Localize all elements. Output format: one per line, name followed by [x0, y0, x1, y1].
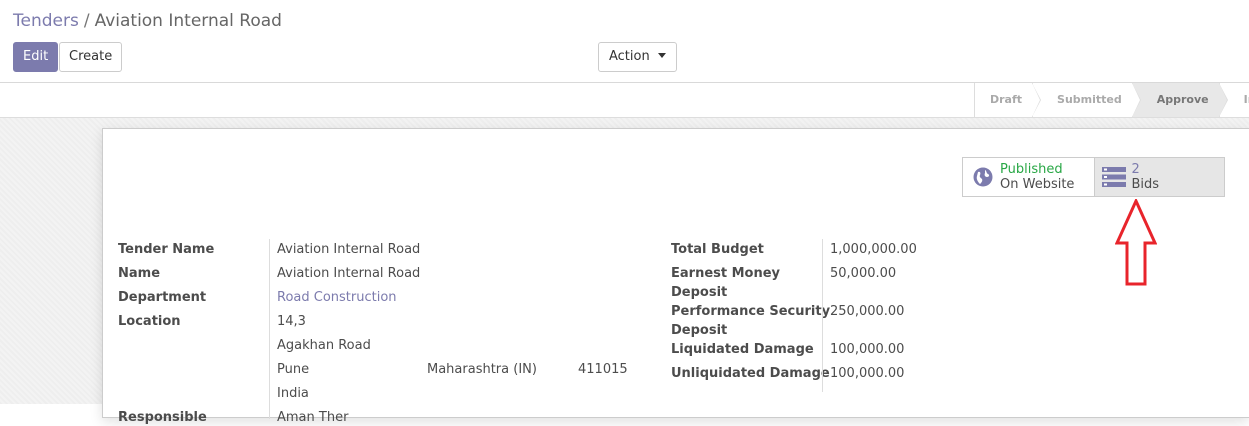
breadcrumb: Tenders / Aviation Internal Road	[13, 11, 282, 31]
earnest-money-value: 50,000.00	[830, 266, 897, 281]
bids-stack-icon	[1101, 167, 1126, 187]
stage-submitted[interactable]: Submitted	[1032, 83, 1141, 117]
location-label: Location	[118, 314, 181, 329]
action-button-label: Action	[609, 49, 650, 64]
smart-button-box: Published On Website 2 Bids	[962, 157, 1225, 197]
name-label: Name	[118, 266, 161, 281]
performance-security-value: 250,000.00	[830, 304, 905, 319]
right-column-separator	[822, 239, 823, 392]
liquidated-damage-value: 100,000.00	[830, 342, 905, 357]
unliquidated-damage-label: Unliquidated Damage	[671, 366, 830, 381]
earnest-money-label-line2: Deposit	[671, 285, 728, 300]
location-country: India	[277, 386, 309, 401]
responsible-value: Aman Ther	[277, 410, 349, 425]
stage-pipeline: Draft Submitted Approve In Progress	[974, 83, 1249, 117]
bids-smart-button[interactable]: 2 Bids	[1093, 158, 1224, 196]
left-column-separator	[269, 239, 270, 419]
breadcrumb-current: Aviation Internal Road	[94, 11, 282, 31]
caret-down-icon	[657, 53, 666, 58]
globe-icon	[973, 167, 993, 187]
earnest-money-label: Earnest Money	[671, 266, 781, 281]
form-sheet: Published On Website 2 Bids Tender Name …	[102, 128, 1249, 425]
total-budget-label: Total Budget	[671, 242, 764, 257]
breadcrumb-tenders-link[interactable]: Tenders	[13, 11, 79, 31]
performance-security-label-line2: Deposit	[671, 323, 728, 338]
location-state: Maharashtra (IN)	[427, 362, 537, 377]
responsible-label: Responsible	[118, 410, 207, 425]
location-city: Pune	[277, 362, 310, 377]
form-view-background: Published On Website 2 Bids Tender Name …	[0, 118, 1249, 425]
location-zip: 411015	[578, 362, 628, 377]
department-label: Department	[118, 290, 207, 305]
website-label: On Website	[1000, 177, 1075, 192]
total-budget-value: 1,000,000.00	[830, 242, 917, 257]
name-value: Aviation Internal Road	[277, 266, 421, 281]
statusbar: Draft Submitted Approve In Progress	[0, 83, 1249, 118]
bids-label: Bids	[1131, 177, 1160, 192]
tender-name-label: Tender Name	[118, 242, 215, 257]
bids-count: 2	[1131, 162, 1140, 177]
location-street2: Agakhan Road	[277, 338, 371, 353]
action-dropdown-button[interactable]: Action	[598, 42, 677, 72]
control-panel: Tenders / Aviation Internal Road Edit Crea…	[0, 0, 1249, 83]
breadcrumb-separator: /	[83, 11, 90, 31]
stage-draft[interactable]: Draft	[974, 83, 1042, 117]
website-status: Published	[1000, 162, 1063, 177]
department-link[interactable]: Road Construction	[277, 290, 397, 306]
website-publish-button[interactable]: Published On Website	[963, 158, 1094, 196]
performance-security-label: Performance Security	[671, 304, 831, 319]
unliquidated-damage-value: 100,000.00	[830, 366, 905, 381]
annotation-arrow-icon	[1115, 199, 1157, 286]
stage-approve[interactable]: Approve	[1131, 83, 1228, 117]
edit-button[interactable]: Edit	[13, 42, 59, 72]
tender-name-value: Aviation Internal Road	[277, 242, 421, 257]
location-street: 14,3	[277, 314, 306, 329]
liquidated-damage-label: Liquidated Damage	[671, 342, 814, 357]
create-button[interactable]: Create	[59, 42, 123, 72]
